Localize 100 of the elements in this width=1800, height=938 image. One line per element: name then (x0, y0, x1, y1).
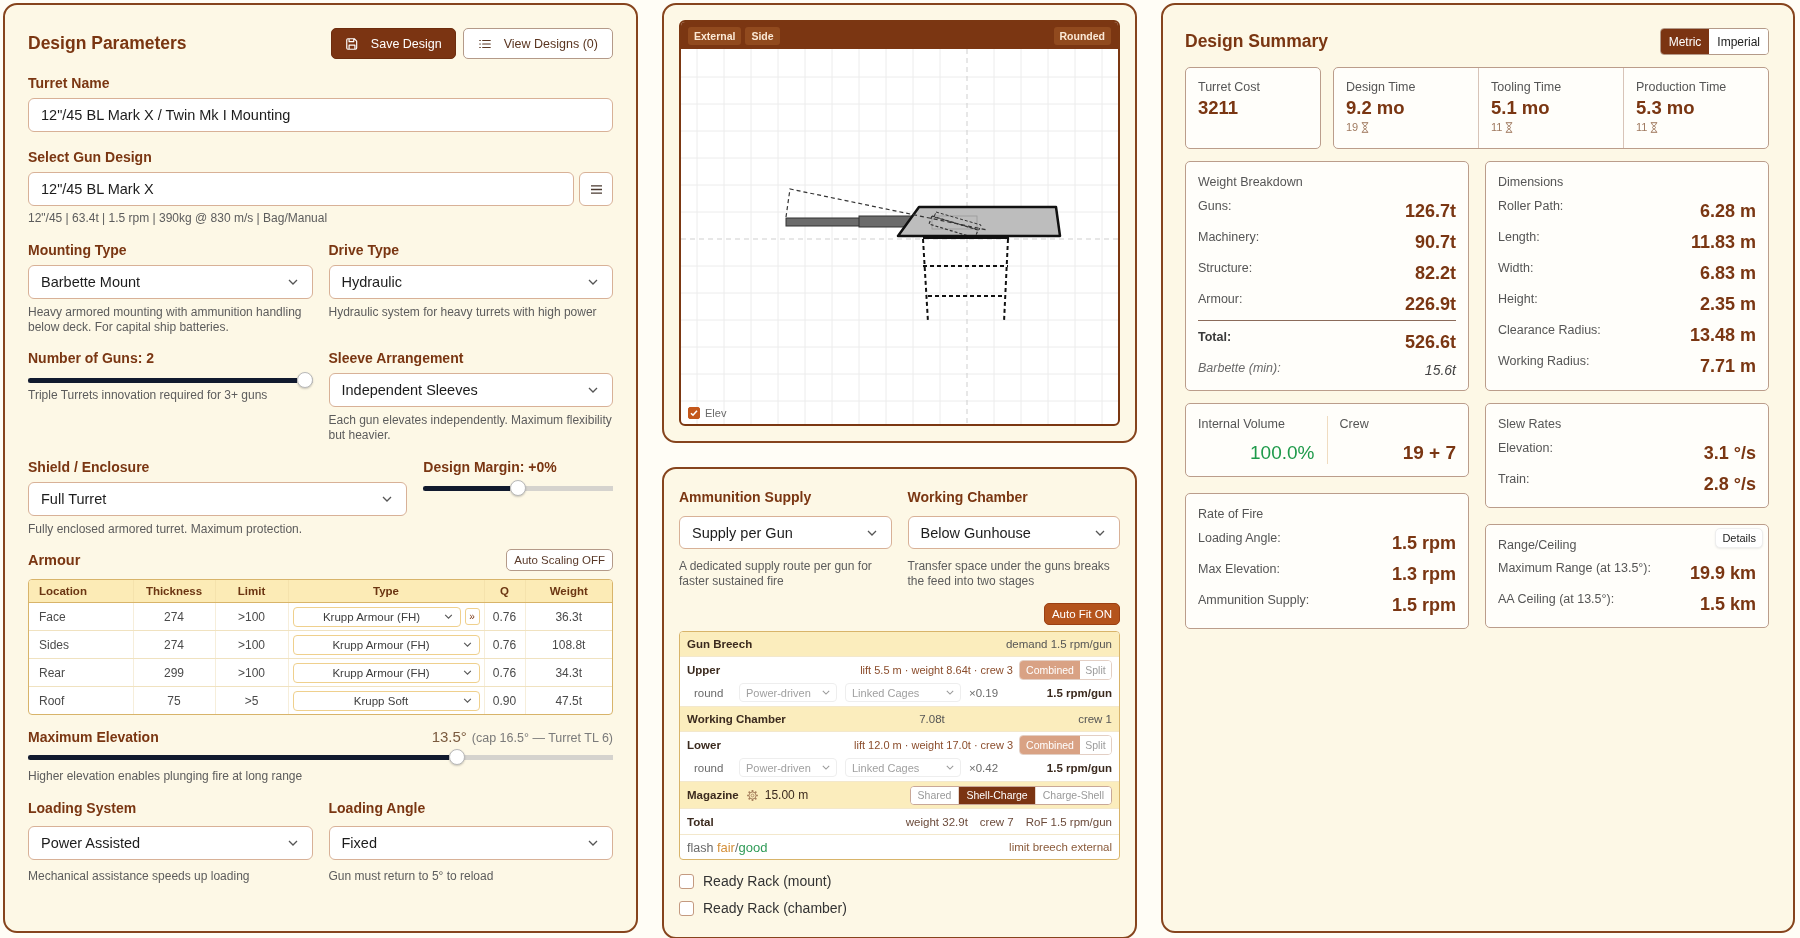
checkbox[interactable] (679, 873, 694, 889)
loading-system-dropdown[interactable]: Power Assisted (28, 826, 313, 860)
table-cell: Face (29, 602, 133, 631)
stage-name: Gun Breech (687, 638, 753, 650)
chevron-down-icon (462, 670, 472, 675)
stat-label: Width: (1498, 260, 1534, 276)
table-cell: 0.90 (484, 686, 525, 714)
slider-thumb[interactable] (449, 749, 466, 765)
auto-fit-button[interactable]: Auto Fit ON (1043, 603, 1120, 625)
armour-type-dropdown[interactable]: Krupp Armour (FH) (292, 634, 480, 655)
chevron-down-icon (946, 690, 954, 695)
checkbox-label: Ready Rack (mount) (703, 873, 832, 889)
table-cell: >100 (215, 658, 288, 687)
unit-option[interactable]: Imperial (1709, 29, 1768, 54)
field-label: Design Margin: +0% (423, 458, 558, 476)
field-label: Shield / Enclosure (28, 458, 151, 476)
total-value: RoF 1.5 rpm/gun (1025, 815, 1112, 828)
save-design-button[interactable]: Save Design (330, 28, 456, 59)
stat-value: 126.7t (1404, 200, 1456, 223)
time-note: 11 (1491, 121, 1503, 133)
field-hint: Triple Turrets innovation required for 3+ guns (28, 388, 269, 403)
table-cell: Roof (29, 686, 133, 714)
order-option[interactable]: Shell-Charge (958, 786, 1035, 804)
stat-label: Machinery: (1198, 229, 1260, 245)
stat-label: AA Ceiling (at 13.5°): (1498, 591, 1615, 607)
slider-thumb[interactable] (510, 480, 527, 496)
field-label: Select Gun Design (28, 148, 153, 166)
table-cell: 0.76 (484, 602, 525, 631)
stat-label: Tooling Time (1491, 79, 1563, 95)
gun-summary-text: 12"/45 | 63.4t | 1.5 rpm | 390kg @ 830 m/s | Bag/Manual (28, 211, 329, 226)
panel-title: Design Summary (1185, 31, 1328, 52)
stat-value: 19 + 7 (1401, 441, 1456, 465)
order-toggle[interactable]: Shared Shell-Charge Charge-Shell (909, 785, 1112, 805)
stat-label: Total: (1198, 329, 1232, 345)
chevron-down-icon (462, 642, 472, 647)
checkbox[interactable] (688, 407, 700, 419)
ammunition-supply-dropdown[interactable]: Supply per Gun (679, 516, 892, 549)
field-label: Loading System (28, 799, 138, 817)
loading-angle-dropdown[interactable]: Fixed (328, 826, 613, 860)
stat-label: Internal Volume (1198, 416, 1286, 432)
details-button[interactable]: Details (1715, 528, 1763, 548)
drive-type-dropdown[interactable]: Hydraulic (328, 265, 613, 299)
field-hint: Mechanical assistance speeds up loading (28, 869, 251, 884)
stat-label: Turret Cost (1198, 79, 1262, 95)
gun-design-field[interactable]: 12"/45 BL Mark X (28, 172, 574, 206)
stat-value: 6.28 m (1699, 200, 1756, 223)
auto-scaling-button[interactable]: Auto Scaling OFF (506, 549, 613, 571)
unit-toggle[interactable]: Metric Imperial (1659, 28, 1769, 55)
hoist-name: Upper (687, 664, 721, 676)
elevation-value: 13.5° (431, 728, 467, 745)
hoist-rate: 1.5 rpm/gun (1046, 761, 1112, 774)
sleeve-arrangement-dropdown[interactable]: Independent Sleeves (328, 373, 613, 407)
table-cell: 34.3t (525, 658, 612, 687)
card-title: Rate of Fire (1198, 506, 1265, 522)
field-label: Number of Guns: 2 (28, 349, 155, 367)
stage-name: Working Chamber (687, 713, 786, 725)
stat-value: 9.2 mo (1346, 96, 1406, 120)
working-chamber-dropdown[interactable]: Below Gunhouse (907, 516, 1120, 549)
chevron-down-icon (382, 496, 393, 502)
view-button[interactable]: External (688, 26, 742, 45)
hoist-name: Lower (687, 739, 721, 751)
armour-type-dropdown[interactable]: Krupp Armour (FH) (292, 662, 480, 683)
view-button[interactable]: Side (745, 26, 780, 45)
table-cell: 75 (133, 686, 215, 714)
chevron-down-icon (588, 387, 598, 393)
mounting-type-dropdown[interactable]: Barbette Mount (28, 265, 313, 299)
stat-label: Loading Angle: (1198, 530, 1281, 546)
table-cell: 274 (133, 630, 215, 659)
slider-thumb[interactable] (296, 372, 313, 388)
stat-value: 7.71 m (1699, 355, 1756, 378)
chevron-down-icon (287, 279, 298, 285)
unit-option[interactable]: Metric (1660, 29, 1710, 54)
arrow-button[interactable]: » (464, 608, 480, 625)
chevron-down-icon (822, 690, 830, 695)
turret-name-field[interactable]: 12"/45 BL Mark X / Twin Mk I Mounting (28, 98, 613, 132)
chevron-down-icon (588, 840, 598, 846)
stat-label: Length: (1498, 229, 1540, 245)
stage-detail: demand 1.5 rpm/gun (1005, 638, 1112, 650)
column-header: Location (29, 580, 133, 603)
checkbox[interactable] (679, 900, 694, 916)
stat-label: Barbette (min): (1198, 360, 1281, 376)
style-button[interactable]: Rounded (1053, 26, 1111, 45)
field-hint: Higher elevation enables plunging fire at long range (28, 769, 304, 784)
table-cell: 36.3t (525, 602, 612, 631)
field-hint: Gun must return to 5° to reload (328, 869, 495, 884)
view-designs-button[interactable]: View Designs (0) (462, 28, 613, 59)
gun-list-button[interactable] (579, 172, 613, 206)
stat-label: Production Time (1636, 79, 1728, 95)
hourglass-icon (1650, 121, 1659, 133)
stat-value: 82.2t (1414, 262, 1456, 285)
shield-dropdown[interactable]: Full Turret (28, 482, 408, 516)
table-cell: >5 (215, 686, 288, 714)
column-header: Thickness (133, 580, 215, 603)
field-label: Loading Angle (328, 799, 427, 817)
field-label: Maximum Elevation (28, 728, 159, 746)
field-label: Drive Type (328, 241, 401, 259)
armour-type-dropdown[interactable]: Krupp Soft (292, 690, 480, 711)
hoist-stats: lift 12.0 m · weight 17.0t · crew 3 (854, 739, 1013, 751)
armour-type-dropdown[interactable]: Krupp Armour (FH) (292, 606, 461, 627)
column-header: Limit (215, 580, 288, 603)
